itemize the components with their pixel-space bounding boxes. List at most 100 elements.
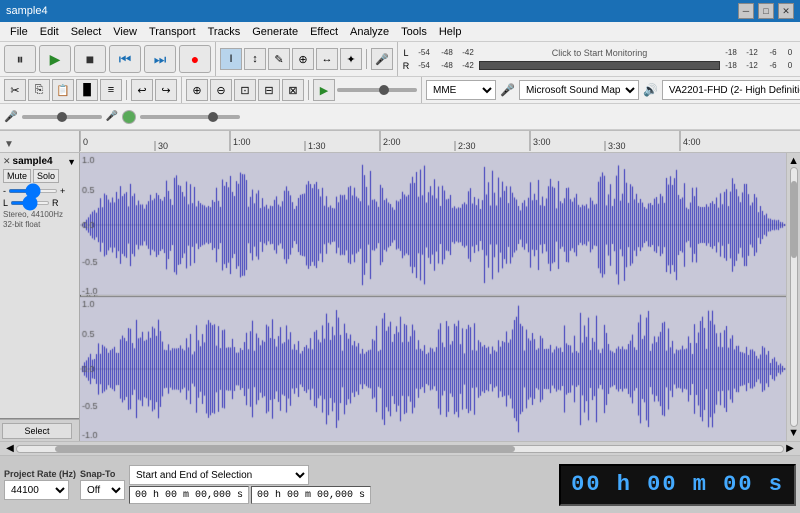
output-volume-slider[interactable] bbox=[140, 115, 240, 119]
ruler-svg: 0 30 1:00 1:30 2:00 2:30 3:00 3:30 4:00 bbox=[80, 131, 800, 151]
snap-to-group: Snap-To Off bbox=[80, 469, 125, 500]
window-controls: ─ □ ✕ bbox=[738, 3, 794, 19]
menu-tools[interactable]: Tools bbox=[395, 24, 433, 40]
zoom-in-button[interactable]: ⊕ bbox=[186, 79, 208, 101]
undo-button[interactable]: ↩ bbox=[131, 79, 153, 101]
mic-button[interactable]: 🎤 bbox=[371, 48, 393, 70]
snap-to-select[interactable]: Off bbox=[80, 480, 125, 500]
record-button[interactable]: ● bbox=[179, 45, 211, 73]
track-collapse-icon[interactable]: ▼ bbox=[67, 157, 76, 167]
scroll-right-button[interactable]: ▶ bbox=[784, 443, 796, 455]
track-info: Stereo, 44100Hz32-bit float bbox=[3, 210, 76, 231]
menu-generate[interactable]: Generate bbox=[246, 24, 304, 40]
zoom-fit-button[interactable]: ⊟ bbox=[258, 79, 280, 101]
menu-transport[interactable]: Transport bbox=[143, 24, 202, 40]
menu-edit[interactable]: Edit bbox=[34, 24, 65, 40]
pan-slider[interactable] bbox=[10, 201, 50, 205]
svg-text:30: 30 bbox=[158, 141, 168, 151]
track-area: ✕ sample4 ▼ Mute Solo - + L R bbox=[0, 153, 800, 441]
start-time-input[interactable]: 00 h 00 m 00,000 s bbox=[129, 486, 249, 504]
meter-tick: -12 bbox=[742, 48, 762, 57]
paste-button[interactable]: 📋 bbox=[52, 79, 74, 101]
svg-text:1.0: 1.0 bbox=[83, 157, 96, 167]
input-volume-slider[interactable] bbox=[22, 115, 102, 119]
cut-button[interactable]: ✂ bbox=[4, 79, 26, 101]
pause-button[interactable]: ⏸ bbox=[4, 45, 36, 73]
end-time-input[interactable]: 00 h 00 m 00,000 s bbox=[251, 486, 371, 504]
status-bar: Project Rate (Hz) 44100 Snap-To Off Star… bbox=[0, 455, 800, 513]
envelope-tool-button[interactable]: ↕ bbox=[244, 48, 266, 70]
zoom-sel-button[interactable]: ⊡ bbox=[234, 79, 256, 101]
copy-button[interactable]: ⎘ bbox=[28, 79, 50, 101]
scrollbar-track bbox=[790, 167, 798, 427]
selection-tool-button[interactable]: I bbox=[220, 48, 242, 70]
meter-tick-r: -48 bbox=[437, 61, 457, 70]
svg-text:1:30: 1:30 bbox=[308, 141, 326, 151]
play-button[interactable]: ▶ bbox=[39, 45, 71, 73]
scroll-down-button[interactable]: ▼ bbox=[789, 427, 799, 439]
menu-select[interactable]: Select bbox=[65, 24, 108, 40]
track-close-icon[interactable]: ✕ bbox=[3, 156, 11, 167]
click-to-monitor[interactable]: Click to Start Monitoring bbox=[479, 48, 720, 58]
vertical-scrollbar[interactable]: ▲ ▼ bbox=[786, 153, 800, 441]
main-container: File Edit Select View Transport Tracks G… bbox=[0, 22, 800, 513]
selection-mode-select[interactable]: Start and End of Selection bbox=[129, 465, 309, 485]
select-button[interactable]: Select bbox=[2, 423, 72, 439]
playback-speed-slider[interactable] bbox=[337, 88, 417, 92]
menu-analyze[interactable]: Analyze bbox=[344, 24, 395, 40]
pan-L-label: L bbox=[3, 198, 8, 208]
maximize-button[interactable]: □ bbox=[758, 3, 774, 19]
meter-tick-r: -6 bbox=[763, 61, 783, 70]
project-rate-label: Project Rate (Hz) bbox=[4, 469, 76, 479]
h-scrollbar-track bbox=[16, 445, 784, 453]
h-scrollbar-thumb[interactable] bbox=[55, 446, 515, 452]
zoom-out-button[interactable]: ⊖ bbox=[210, 79, 232, 101]
meter-tick-r: -54 bbox=[412, 61, 436, 70]
position-value: 00 h 00 m 00 s bbox=[571, 472, 784, 497]
skip-forward-button[interactable]: ⏭ bbox=[144, 45, 176, 73]
toolbar-area: ⏸ ▶ ■ ⏮ ⏭ ● I ↕ ✎ ⊕ ↔ ✦ 🎤 bbox=[0, 42, 800, 131]
play-at-speed-button[interactable]: ▶ bbox=[313, 79, 335, 101]
skip-back-button[interactable]: ⏮ bbox=[109, 45, 141, 73]
mute-button[interactable]: Mute bbox=[3, 169, 31, 183]
scroll-up-button[interactable]: ▲ bbox=[789, 155, 799, 167]
close-button[interactable]: ✕ bbox=[778, 3, 794, 19]
draw-tool-button[interactable]: ✎ bbox=[268, 48, 290, 70]
title-bar: sample4 ─ □ ✕ bbox=[0, 0, 800, 22]
menu-view[interactable]: View bbox=[107, 24, 143, 40]
meter-tick-r: -12 bbox=[742, 61, 762, 70]
silence-button[interactable]: ≡ bbox=[100, 79, 122, 101]
menu-file[interactable]: File bbox=[4, 24, 34, 40]
scroll-left-button[interactable]: ◀ bbox=[4, 443, 16, 455]
menu-bar: File Edit Select View Transport Tracks G… bbox=[0, 22, 800, 42]
output-device-select[interactable]: VA2201-FHD (2- High Definition bbox=[662, 80, 800, 100]
timeshift-tool-button[interactable]: ↔ bbox=[316, 48, 338, 70]
zoom-tool-button[interactable]: ⊕ bbox=[292, 48, 314, 70]
gain-slider[interactable] bbox=[8, 189, 58, 193]
svg-text:0.5: 0.5 bbox=[83, 230, 96, 240]
stop-button[interactable]: ■ bbox=[74, 45, 106, 73]
input-device-select[interactable]: Microsoft Sound Mapper bbox=[519, 80, 639, 100]
level-L-label: L bbox=[402, 48, 410, 58]
host-select[interactable]: MME bbox=[426, 80, 496, 100]
project-rate-select[interactable]: 44100 bbox=[4, 480, 69, 500]
trim-button[interactable]: ▐▌ bbox=[76, 79, 98, 101]
waveform-display: 1.0 0.5 0.0 -0.5 -1.0 1.0 0 bbox=[80, 153, 786, 441]
menu-help[interactable]: Help bbox=[433, 24, 468, 40]
level-R-label: R bbox=[402, 61, 410, 71]
redo-button[interactable]: ↪ bbox=[155, 79, 177, 101]
snap-to-label: Snap-To bbox=[80, 469, 125, 479]
menu-effect[interactable]: Effect bbox=[304, 24, 344, 40]
pan-R-label: R bbox=[52, 198, 59, 208]
zoom-toggle-button[interactable]: ⊠ bbox=[282, 79, 304, 101]
track-name: sample4 bbox=[13, 156, 66, 167]
position-display: 00 h 00 m 00 s bbox=[559, 464, 796, 506]
menu-tracks[interactable]: Tracks bbox=[202, 24, 247, 40]
minimize-button[interactable]: ─ bbox=[738, 3, 754, 19]
multi-tool-button[interactable]: ✦ bbox=[340, 48, 362, 70]
meter-tick-r: -42 bbox=[458, 61, 478, 70]
speaker-icon: 🔊 bbox=[643, 83, 658, 97]
solo-button[interactable]: Solo bbox=[33, 169, 59, 183]
scrollbar-thumb[interactable] bbox=[791, 181, 797, 258]
mic-db-icon: 🎤 bbox=[106, 111, 118, 122]
